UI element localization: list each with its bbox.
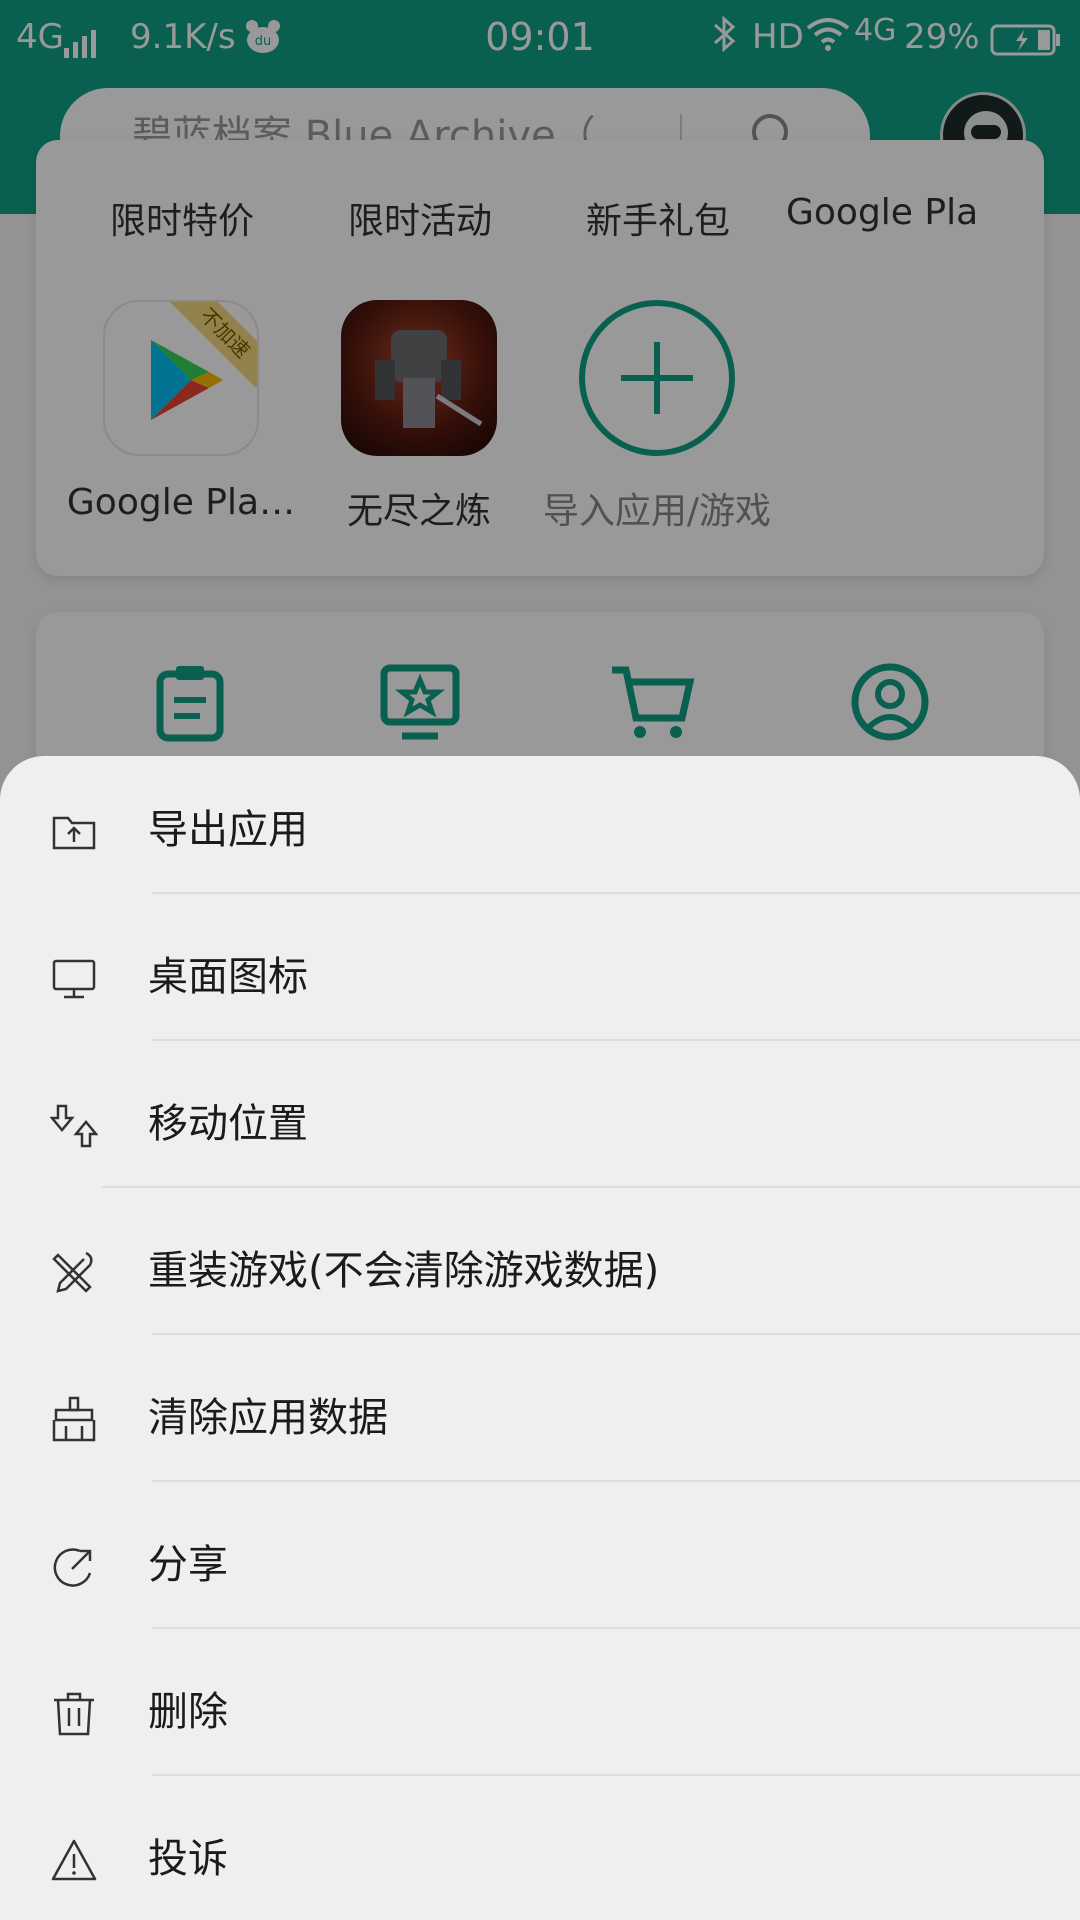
separator	[152, 892, 1080, 894]
broom-icon	[50, 1396, 98, 1444]
monitor-icon	[50, 955, 98, 1003]
separator	[152, 1333, 1080, 1335]
menu-item-export-app[interactable]: 导出应用	[0, 756, 1080, 903]
warning-icon	[50, 1837, 98, 1885]
separator	[152, 1039, 1080, 1041]
menu-label: 删除	[148, 1689, 228, 1735]
tools-icon	[50, 1249, 98, 1297]
menu-label: 桌面图标	[148, 954, 308, 1000]
menu-label: 投诉	[148, 1836, 228, 1882]
menu-item-move-location[interactable]: 移动位置	[0, 1050, 1080, 1197]
menu-item-desktop-icon[interactable]: 桌面图标	[0, 903, 1080, 1050]
trash-icon	[50, 1690, 98, 1738]
separator	[152, 1774, 1080, 1776]
menu-label: 移动位置	[148, 1101, 308, 1147]
menu-item-share[interactable]: 分享	[0, 1491, 1080, 1638]
menu-item-report[interactable]: 投诉	[0, 1785, 1080, 1920]
move-arrows-icon	[49, 1102, 99, 1150]
separator	[152, 1627, 1080, 1629]
separator	[102, 1186, 1080, 1188]
menu-label: 重装游戏(不会清除游戏数据)	[148, 1248, 660, 1294]
menu-label: 导出应用	[148, 807, 308, 853]
menu-label: 清除应用数据	[148, 1395, 388, 1441]
menu-item-reinstall-game[interactable]: 重装游戏(不会清除游戏数据)	[0, 1197, 1080, 1344]
share-icon	[50, 1543, 98, 1591]
separator	[152, 1480, 1080, 1482]
action-sheet: 导出应用 桌面图标 移动位置 重装游戏(不会清除游戏数据) 清除应用数据 分享	[0, 756, 1080, 1920]
menu-label: 分享	[148, 1542, 228, 1588]
menu-item-clear-data[interactable]: 清除应用数据	[0, 1344, 1080, 1491]
menu-item-delete[interactable]: 删除	[0, 1638, 1080, 1785]
export-folder-icon	[50, 808, 98, 856]
